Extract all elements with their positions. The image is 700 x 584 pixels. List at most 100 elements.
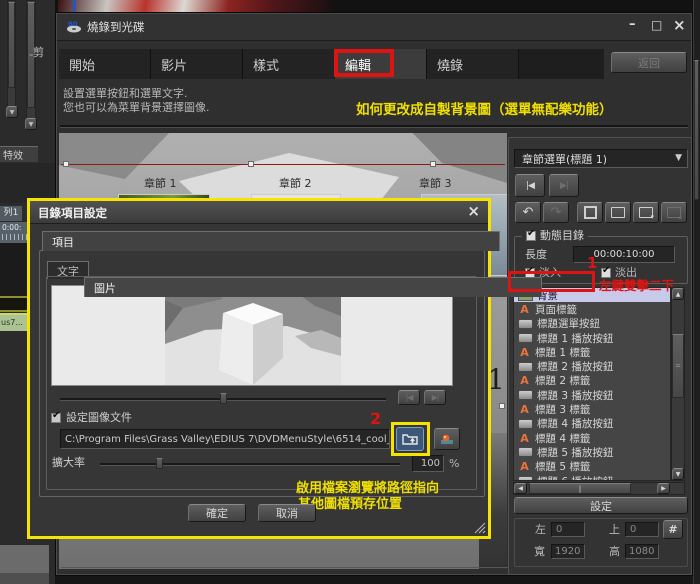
selection-handle[interactable]	[430, 161, 436, 167]
image-file-checkbox[interactable]: 設定圖像文件	[51, 411, 132, 425]
back-button[interactable]: 返回	[611, 52, 687, 73]
list-item[interactable]: 標題 1 播放按鈕	[514, 331, 670, 345]
list-item[interactable]: A標題 3 標籤	[514, 402, 670, 416]
selection-handle[interactable]	[63, 161, 69, 167]
chevron-down-icon: ▼	[675, 153, 682, 163]
pos-top-field[interactable]: 0	[625, 522, 659, 537]
undo-button[interactable]: ↶	[515, 202, 541, 223]
maximize-icon[interactable]: □	[651, 18, 662, 32]
list-vscrollbar-thumb[interactable]: =	[672, 334, 684, 398]
close-icon[interactable]: ×	[673, 16, 686, 34]
pos-height-field[interactable]: 1080	[625, 544, 659, 559]
menu-items-list[interactable]: 背景A頁面標籤標題選單按鈕標題 1 播放按鈕A標題 1 標籤標題 2 播放按鈕A…	[513, 287, 671, 481]
menu-selector-value: 章節選單(標題 1)	[522, 151, 607, 167]
zoom-value-field[interactable]: 100	[412, 455, 444, 472]
list-item[interactable]: 標題 6 播放按鈕	[514, 474, 670, 481]
list-item[interactable]: 標題 4 播放按鈕	[514, 417, 670, 431]
tab-開始[interactable]: 開始	[59, 49, 151, 79]
monitor-button[interactable]	[605, 202, 631, 223]
annotation-box-edit-tab	[334, 49, 394, 77]
grid-button[interactable]: #	[663, 520, 683, 539]
annotation-step1: 1	[587, 254, 597, 272]
dialog-close-icon[interactable]: ×	[467, 202, 480, 220]
list-item[interactable]: 標題 3 播放按鈕	[514, 388, 670, 402]
motion-menu-checkbox[interactable]: 動態目錄	[522, 229, 588, 243]
scroll-left-icon[interactable]: ◀	[514, 483, 527, 494]
selection-border	[61, 164, 505, 165]
tab-effects-background[interactable]: 特效	[0, 146, 38, 162]
text-label-icon: A	[518, 460, 531, 473]
dialog-title-bar[interactable]: 目錄項目設定 ×	[30, 201, 488, 224]
list-item[interactable]: A標題 5 標籤	[514, 460, 670, 474]
scroll-down-icon[interactable]: ▼	[672, 468, 684, 480]
dialog-tab-image-label: 圖片	[94, 280, 116, 296]
dialog-tab-image[interactable]: 圖片	[84, 277, 542, 297]
scroll-down-icon[interactable]: ▼	[6, 106, 18, 118]
selection-handle[interactable]	[248, 161, 254, 167]
monitor-fetch-button[interactable]: ▴	[661, 202, 687, 223]
scroll-down-icon[interactable]: ▼	[25, 118, 37, 130]
pos-left-label: 左	[535, 523, 546, 537]
resize-grip-icon[interactable]	[474, 522, 486, 534]
zoom-value: 100	[421, 458, 440, 469]
chapter-label: 章節 3	[419, 175, 452, 191]
length-label: 長度	[525, 248, 547, 262]
image-path-field[interactable]: C:\Program Files\Grass Valley\EDIUS 7\DV…	[60, 429, 390, 449]
timeline-clip-green[interactable]: us7...	[0, 313, 27, 331]
list-item[interactable]: 標題 5 播放按鈕	[514, 445, 670, 459]
screen: = ▼ ▼ 剪 特效 列1 0:00: us7... BD 燒錄到光碟 –	[0, 0, 700, 584]
pos-height-value: 1080	[629, 546, 654, 557]
selection-handle[interactable]	[499, 403, 505, 409]
menu-selector-dropdown[interactable]: 章節選單(標題 1) ▼	[514, 149, 688, 168]
arrow-down-icon: ▾	[650, 213, 654, 221]
safe-area-button[interactable]	[577, 202, 603, 223]
window-title-bar[interactable]: BD 燒錄到光碟 – □ ×	[57, 14, 691, 41]
next-chapter-button[interactable]: ▶|	[549, 174, 579, 197]
list-item[interactable]: A標題 1 標籤	[514, 345, 670, 359]
timeline-clip-audio[interactable]	[0, 296, 27, 312]
monitor-send-button[interactable]: ▾	[633, 202, 659, 223]
list-item[interactable]: A標題 4 標籤	[514, 431, 670, 445]
track-tab[interactable]: 列1	[0, 206, 22, 221]
page-description-line2: 您也可以為菜單背景選擇圖像.	[63, 101, 210, 115]
button-icon	[518, 319, 533, 329]
tab-影片[interactable]: 影片	[151, 49, 243, 79]
grid-icon: #	[668, 523, 677, 536]
list-item[interactable]: 標題選單按鈕	[514, 317, 670, 331]
list-item-label: 頁面標籤	[535, 302, 577, 316]
zoom-slider-track[interactable]	[100, 463, 400, 466]
scroll-right-icon[interactable]: ▶	[657, 483, 670, 494]
list-item-label: 標題 3 標籤	[535, 402, 590, 416]
ok-button[interactable]: 確定	[188, 504, 246, 522]
list-item-label: 標題 1 標籤	[535, 345, 590, 359]
zoom-label: 擴大率	[52, 456, 85, 470]
prev-chapter-button[interactable]: |◀	[515, 174, 545, 197]
list-item[interactable]: 標題 2 播放按鈕	[514, 359, 670, 373]
cancel-button-label: 取消	[276, 505, 298, 521]
settings-button[interactable]: 設定	[514, 497, 688, 514]
zoom-slider-thumb[interactable]	[156, 458, 163, 469]
cancel-button[interactable]: 取消	[258, 504, 316, 522]
checkbox-checked-icon	[51, 413, 61, 423]
tab-燒錄[interactable]: 燒錄	[427, 49, 519, 79]
backdrop-right-scrollbar-thumb[interactable]	[694, 60, 699, 200]
list-item[interactable]: A標題 2 標籤	[514, 374, 670, 388]
ok-button-label: 確定	[206, 505, 228, 521]
length-value: 00:00:10:00	[593, 249, 654, 260]
pos-width-field[interactable]: 1920	[551, 544, 585, 559]
tab-樣式[interactable]: 樣式	[243, 49, 335, 79]
list-item[interactable]: A頁面標籤	[514, 302, 670, 316]
list-hscrollbar-thumb[interactable]: ‖	[529, 483, 631, 494]
frame-prev-button[interactable]: |◀	[398, 390, 420, 405]
backdrop-scrollbar-thumb[interactable]	[8, 2, 15, 88]
select-image-button[interactable]	[434, 428, 460, 450]
backdrop-panel-label: 剪	[33, 46, 44, 60]
pos-left-field[interactable]: 0	[551, 522, 585, 537]
list-item-label: 標題 4 標籤	[535, 431, 590, 445]
dialog-tab-item[interactable]: 項目	[42, 231, 500, 251]
frame-next-button[interactable]: ▶|	[424, 390, 446, 405]
redo-button[interactable]: ↷	[543, 202, 569, 223]
minimize-icon[interactable]: –	[629, 17, 636, 32]
frame-slider-thumb[interactable]	[220, 393, 227, 404]
image-path-value: C:\Program Files\Grass Valley\EDIUS 7\DV…	[65, 434, 390, 445]
